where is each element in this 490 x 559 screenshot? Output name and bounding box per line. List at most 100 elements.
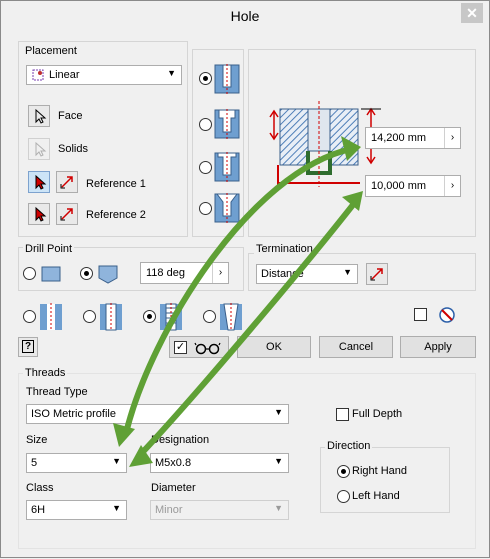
direction-label: Direction [325, 440, 373, 452]
chevron-down-icon: ▼ [274, 407, 283, 417]
depth-input[interactable]: 14,200 mm › [365, 127, 461, 149]
hole-style-tapped-radio[interactable] [143, 310, 156, 323]
chevron-down-icon: ▼ [274, 456, 283, 466]
size-label: Size [26, 434, 48, 446]
chevron-down-icon: ▼ [167, 68, 176, 78]
class-value: 6H [31, 504, 46, 516]
chevron-right-icon[interactable]: › [212, 263, 228, 283]
left-hand-label: Left Hand [352, 490, 400, 502]
chevron-right-icon[interactable]: › [444, 128, 460, 148]
termination-value: Distance [261, 268, 304, 280]
designation-label: Designation [151, 434, 210, 446]
clearance-hole-icon [100, 303, 122, 331]
simple-hole-icon [40, 303, 62, 331]
drill-angle-input[interactable]: 118 deg › [140, 262, 229, 284]
help-button[interactable]: ? [18, 337, 38, 357]
chevron-down-icon: ▼ [112, 456, 121, 466]
class-label: Class [26, 482, 54, 494]
preview-checkbox[interactable]: ✓ [174, 341, 187, 354]
direction-group [320, 447, 450, 513]
left-hand-radio[interactable] [337, 490, 350, 503]
designation-value: M5x0.8 [155, 457, 192, 469]
glasses-icon [194, 342, 221, 355]
hole-section-preview [269, 101, 360, 187]
full-depth-checkbox[interactable] [336, 408, 349, 421]
cursor-arrow-red-icon [35, 174, 47, 190]
hole-type-counterbore-radio[interactable] [199, 118, 212, 131]
chevron-right-icon[interactable]: › [444, 176, 460, 196]
hole-type-countersink-radio[interactable] [199, 202, 212, 215]
no-preview-icon[interactable] [438, 306, 456, 324]
flat-drill-point-icon [41, 266, 61, 282]
depth-value: 14,200 mm [371, 132, 427, 144]
drill-angle-value: 118 deg [146, 267, 185, 279]
threads-label: Threads [23, 367, 68, 379]
solids-select-button[interactable] [28, 138, 50, 160]
reference1-label: Reference 1 [86, 178, 146, 190]
thread-type-select[interactable]: ISO Metric profile ▼ [26, 404, 289, 424]
title-bar: Hole ✕ [1, 1, 489, 31]
help-icon: ? [21, 340, 35, 353]
chevron-down-icon: ▼ [112, 503, 121, 513]
close-button[interactable]: ✕ [461, 3, 483, 23]
termination-flip-button[interactable] [366, 263, 388, 285]
counterbore-hole-icon [214, 109, 240, 139]
thread-type-label: Thread Type [26, 386, 88, 398]
linear-placement-icon [32, 69, 44, 81]
reference2-select-button[interactable] [28, 203, 50, 225]
right-hand-label: Right Hand [352, 465, 408, 477]
placement-type-value: Linear [49, 69, 80, 81]
cancel-button[interactable]: Cancel [319, 336, 393, 358]
chevron-down-icon: ▼ [343, 267, 352, 277]
right-hand-radio[interactable] [337, 465, 350, 478]
designation-select[interactable]: M5x0.8 ▼ [150, 453, 289, 473]
apply-button[interactable]: Apply [400, 336, 476, 358]
reference2-label: Reference 2 [86, 209, 146, 221]
flip-direction-icon [60, 208, 73, 221]
cursor-arrow-icon [35, 108, 47, 124]
drill-point-angle-radio[interactable] [80, 267, 93, 280]
drill-point-flat-radio[interactable] [23, 267, 36, 280]
solids-label: Solids [58, 143, 88, 155]
reference1-flip-button[interactable] [56, 171, 78, 193]
diameter-select: Minor ▼ [150, 500, 289, 520]
cursor-arrow-red-icon [35, 206, 47, 222]
diameter-dim-value: 10,000 mm [371, 180, 427, 192]
hole-type-spotface-radio[interactable] [199, 161, 212, 174]
angle-drill-point-icon [98, 265, 118, 284]
termination-label: Termination [254, 243, 315, 255]
diameter-value: Minor [155, 504, 183, 516]
reference1-select-button[interactable] [28, 171, 50, 193]
thread-type-value: ISO Metric profile [31, 408, 116, 420]
flip-direction-icon [370, 268, 383, 281]
cursor-arrow-icon [35, 141, 47, 157]
reference2-flip-button[interactable] [56, 203, 78, 225]
face-label: Face [58, 110, 83, 122]
diameter-label: Diameter [151, 482, 196, 494]
window-title: Hole [230, 8, 260, 24]
placement-label: Placement [23, 45, 79, 57]
countersink-hole-icon [214, 193, 240, 223]
preview-toggle-button[interactable]: ✓ [169, 336, 229, 358]
tapped-hole-icon [160, 303, 182, 331]
size-select[interactable]: 5 ▼ [26, 453, 127, 473]
class-select[interactable]: 6H ▼ [26, 500, 127, 520]
termination-select[interactable]: Distance ▼ [256, 264, 358, 284]
drill-point-label: Drill Point [23, 243, 75, 255]
face-select-button[interactable] [28, 105, 50, 127]
size-value: 5 [31, 457, 38, 469]
flip-direction-icon [60, 176, 73, 189]
hole-style-taper-tapped-radio[interactable] [203, 310, 216, 323]
ok-button[interactable]: OK [237, 336, 311, 358]
hole-type-drilled-radio[interactable] [199, 72, 212, 85]
infer-checkbox[interactable] [414, 308, 427, 321]
hole-style-simple-radio[interactable] [23, 310, 36, 323]
chevron-down-icon: ▼ [274, 503, 283, 513]
full-depth-label: Full Depth [352, 408, 403, 420]
hole-dialog: Hole ✕ Placement Linear ▼ Face Solids Re… [0, 0, 490, 558]
placement-type-select[interactable]: Linear ▼ [26, 65, 182, 85]
drilled-hole-icon [214, 64, 240, 94]
diameter-input[interactable]: 10,000 mm › [365, 175, 461, 197]
spotface-hole-icon [214, 152, 240, 182]
hole-style-clearance-radio[interactable] [83, 310, 96, 323]
